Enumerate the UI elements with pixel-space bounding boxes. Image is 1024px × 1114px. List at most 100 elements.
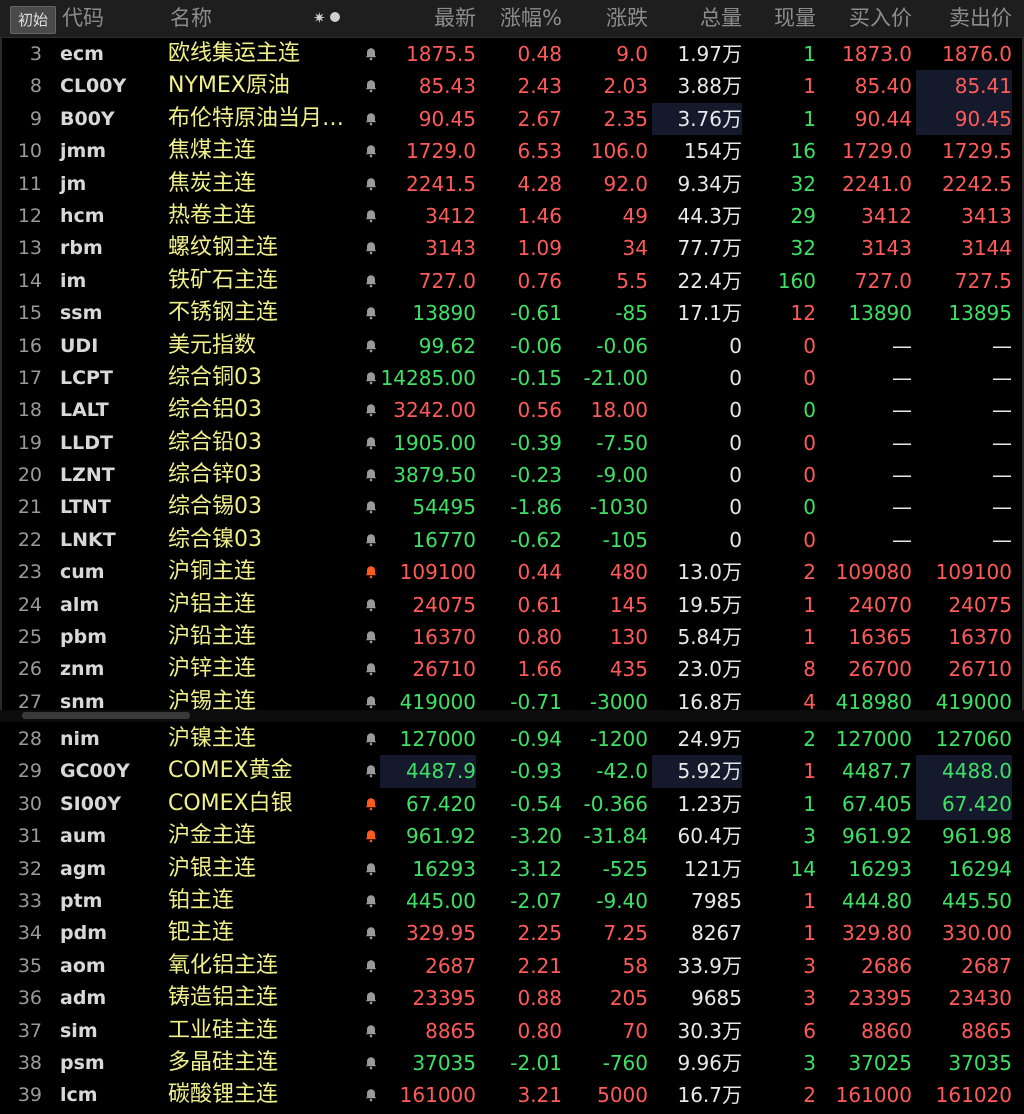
alert-bell-button[interactable]: [362, 1079, 380, 1111]
quote-row[interactable]: 29 GC00Y COMEX黄金 4487.9 -0.93 -42.0 5.92万 1 4487…: [0, 755, 1024, 788]
quote-row[interactable]: 30 SI00Y COMEX白银 67.420 -0.54 -0.366 1.23万 1 67.…: [0, 787, 1024, 821]
bid-price: 4487.7: [842, 759, 912, 784]
quote-row[interactable]: 32 agm 沪银主连 16293 -3.12 -525 121万 14 16293 16294: [0, 853, 1024, 885]
symbol-code: pdm: [60, 922, 107, 945]
bell-icon: [364, 47, 378, 61]
alert-bell-button[interactable]: [362, 265, 380, 297]
alert-bell-button[interactable]: [362, 723, 380, 755]
header-chg[interactable]: 涨跌: [566, 0, 648, 37]
quote-row[interactable]: 24 alm 沪铝主连 24075 0.61 145 19.5万 1 24070 24075: [0, 589, 1024, 621]
quote-row[interactable]: 9 B00Y 布伦特原油当月… 90.45 2.67 2.35 3.76万 1 90.44 90.…: [0, 102, 1024, 136]
alert-bell-button[interactable]: [362, 38, 380, 70]
symbol-name: 沪铅主连: [168, 624, 257, 650]
star-toggle[interactable]: ✷: [313, 0, 340, 37]
alert-bell-button[interactable]: [362, 1015, 380, 1047]
quote-row[interactable]: 15 ssm 不锈钢主连 13890 -0.61 -85 17.1万 12 13890 13895: [0, 297, 1024, 329]
change-percent: -3.12: [510, 856, 562, 881]
quote-row[interactable]: 28 nim 沪镍主连 127000 -0.94 -1200 24.9万 2 127000 127…: [0, 723, 1024, 755]
alert-bell-button[interactable]: [362, 459, 380, 491]
last-price: 3242.00: [393, 398, 476, 423]
alert-bell-button[interactable]: [362, 621, 380, 653]
total-volume: 3.76万: [652, 102, 742, 136]
quote-row[interactable]: 12 hcm 热卷主连 3412 1.46 49 44.3万 29 3412 3413: [0, 200, 1024, 232]
alert-bell-button[interactable]: [362, 491, 380, 523]
alert-bell-button[interactable]: [362, 1047, 380, 1079]
alert-bell-button[interactable]: [362, 755, 380, 787]
quote-row[interactable]: 25 pbm 沪铅主连 16370 0.80 130 5.84万 1 16365 16370: [0, 621, 1024, 653]
header-last[interactable]: 最新: [380, 0, 476, 37]
alert-bell-button[interactable]: [362, 427, 380, 459]
change-amount: 9.0: [616, 42, 648, 66]
last-price: 1729.0: [406, 139, 476, 164]
header-name[interactable]: 名称: [170, 0, 212, 37]
quote-row[interactable]: 23 cum 沪铜主连 109100 0.44 480 13.0万 2 109080 109100: [0, 556, 1024, 588]
alert-bell-button[interactable]: [362, 200, 380, 232]
alert-bell-button[interactable]: [362, 917, 380, 949]
alert-bell-button[interactable]: [362, 362, 380, 394]
alert-bell-button[interactable]: [362, 788, 380, 820]
alert-bell-button[interactable]: [362, 394, 380, 426]
quote-row[interactable]: 21 LTNT 综合锡03 54495 -1.86 -1030 0 0 — —: [0, 491, 1024, 523]
header-ask[interactable]: 卖出价: [916, 0, 1012, 37]
scrollbar-thumb[interactable]: [22, 712, 190, 719]
bid-price: 24070: [848, 592, 912, 617]
header-vol[interactable]: 总量: [652, 0, 742, 37]
alert-bell-button[interactable]: [362, 297, 380, 329]
horizontal-scrollbar[interactable]: [0, 710, 1024, 722]
quote-row[interactable]: 33 ptm 铂主连 445.00 -2.07 -9.40 7985 1 444.80 445.5…: [0, 885, 1024, 917]
quote-row[interactable]: 35 aom 氧化铝主连 2687 2.21 58 33.9万 3 2686 2687: [0, 950, 1024, 982]
alert-bell-button[interactable]: [362, 168, 380, 200]
header-bid[interactable]: 买入价: [820, 0, 912, 37]
alert-bell-button[interactable]: [362, 820, 380, 852]
alert-bell-button[interactable]: [362, 885, 380, 917]
alert-bell-button[interactable]: [362, 232, 380, 264]
quote-row[interactable]: 22 LNKT 综合镍03 16770 -0.62 -105 0 0 — —: [0, 524, 1024, 556]
change-percent: 2.21: [517, 953, 562, 978]
ask-price: 445.50: [942, 888, 1012, 913]
quote-row[interactable]: 38 psm 多晶硅主连 37035 -2.01 -760 9.96万 3 37025 37035: [0, 1047, 1024, 1079]
last-price: 90.45: [418, 106, 476, 131]
last-price: 13890: [412, 301, 476, 326]
quote-row[interactable]: 3 ecm 欧线集运主连 1875.5 0.48 9.0 1.97万 1 1873.0 1876.…: [0, 38, 1024, 70]
quote-row[interactable]: 11 jm 焦炭主连 2241.5 4.28 92.0 9.34万 32 2241.0 2242.…: [0, 168, 1024, 200]
bell-icon: [364, 894, 378, 908]
quote-row[interactable]: 20 LZNT 综合锌03 3879.50 -0.23 -9.00 0 0 — —: [0, 459, 1024, 491]
alert-bell-button[interactable]: [362, 982, 380, 1014]
alert-bell-button[interactable]: [362, 524, 380, 556]
quote-row[interactable]: 18 LALT 综合铝03 3242.00 0.56 18.00 0 0 — —: [0, 394, 1024, 426]
quote-row[interactable]: 36 adm 铸造铝主连 23395 0.88 205 9685 3 23395 23430: [0, 982, 1024, 1014]
row-index: 3: [29, 43, 42, 65]
alert-bell-button[interactable]: [362, 653, 380, 685]
quote-row[interactable]: 31 aum 沪金主连 961.92 -3.20 -31.84 60.4万 3 961.92 96…: [0, 820, 1024, 852]
alert-bell-button[interactable]: [362, 135, 380, 167]
header-cur[interactable]: 现量: [748, 0, 816, 37]
quote-row[interactable]: 14 im 铁矿石主连 727.0 0.76 5.5 22.4万 160 727.0 727.5: [0, 265, 1024, 297]
quote-row[interactable]: 8 CL00Y NYMEX原油 85.43 2.43 2.03 3.88万 1 85.40 85.…: [0, 70, 1024, 103]
quote-row[interactable]: 17 LCPT 综合铜03 14285.00 -0.15 -21.00 0 0 — —: [0, 362, 1024, 394]
symbol-code: LCPT: [60, 366, 113, 389]
alert-bell-button[interactable]: [362, 330, 380, 362]
quote-row[interactable]: 16 UDI 美元指数 99.62 -0.06 -0.06 0 0 — —: [0, 330, 1024, 362]
header-pct[interactable]: 涨幅%: [470, 0, 562, 37]
bid-price: 161000: [835, 1083, 912, 1108]
alert-bell-button[interactable]: [362, 589, 380, 621]
symbol-code: hcm: [60, 204, 105, 227]
quote-row[interactable]: 34 pdm 钯主连 329.95 2.25 7.25 8267 1 329.80 330.00: [0, 917, 1024, 949]
quote-row[interactable]: 37 sim 工业硅主连 8865 0.80 70 30.3万 6 8860 8865: [0, 1015, 1024, 1047]
last-price: 3412: [425, 203, 476, 228]
alert-bell-button[interactable]: [362, 103, 380, 135]
quote-row[interactable]: 13 rbm 螺纹钢主连 3143 1.09 34 77.7万 32 3143 3144: [0, 232, 1024, 264]
quote-row[interactable]: 26 znm 沪锌主连 26710 1.66 435 23.0万 8 26700 26710: [0, 653, 1024, 685]
alert-bell-button[interactable]: [362, 70, 380, 102]
bid-price: 2241.0: [842, 171, 912, 196]
quote-row[interactable]: 10 jmm 焦煤主连 1729.0 6.53 106.0 154万 16 1729.0 1729…: [0, 135, 1024, 167]
bid-price: 1873.0: [842, 42, 912, 66]
alert-bell-button[interactable]: [362, 853, 380, 885]
quote-row[interactable]: 39 lcm 碳酸锂主连 161000 3.21 5000 16.7万 2 161000 1610…: [0, 1079, 1024, 1111]
quote-row[interactable]: 19 LLDT 综合铅03 1905.00 -0.39 -7.50 0 0 — —: [0, 427, 1024, 459]
reset-button[interactable]: 初始: [10, 6, 56, 34]
alert-bell-button[interactable]: [362, 950, 380, 982]
header-code[interactable]: 代码: [62, 0, 104, 37]
current-volume: 0: [803, 430, 816, 455]
alert-bell-button[interactable]: [362, 556, 380, 588]
